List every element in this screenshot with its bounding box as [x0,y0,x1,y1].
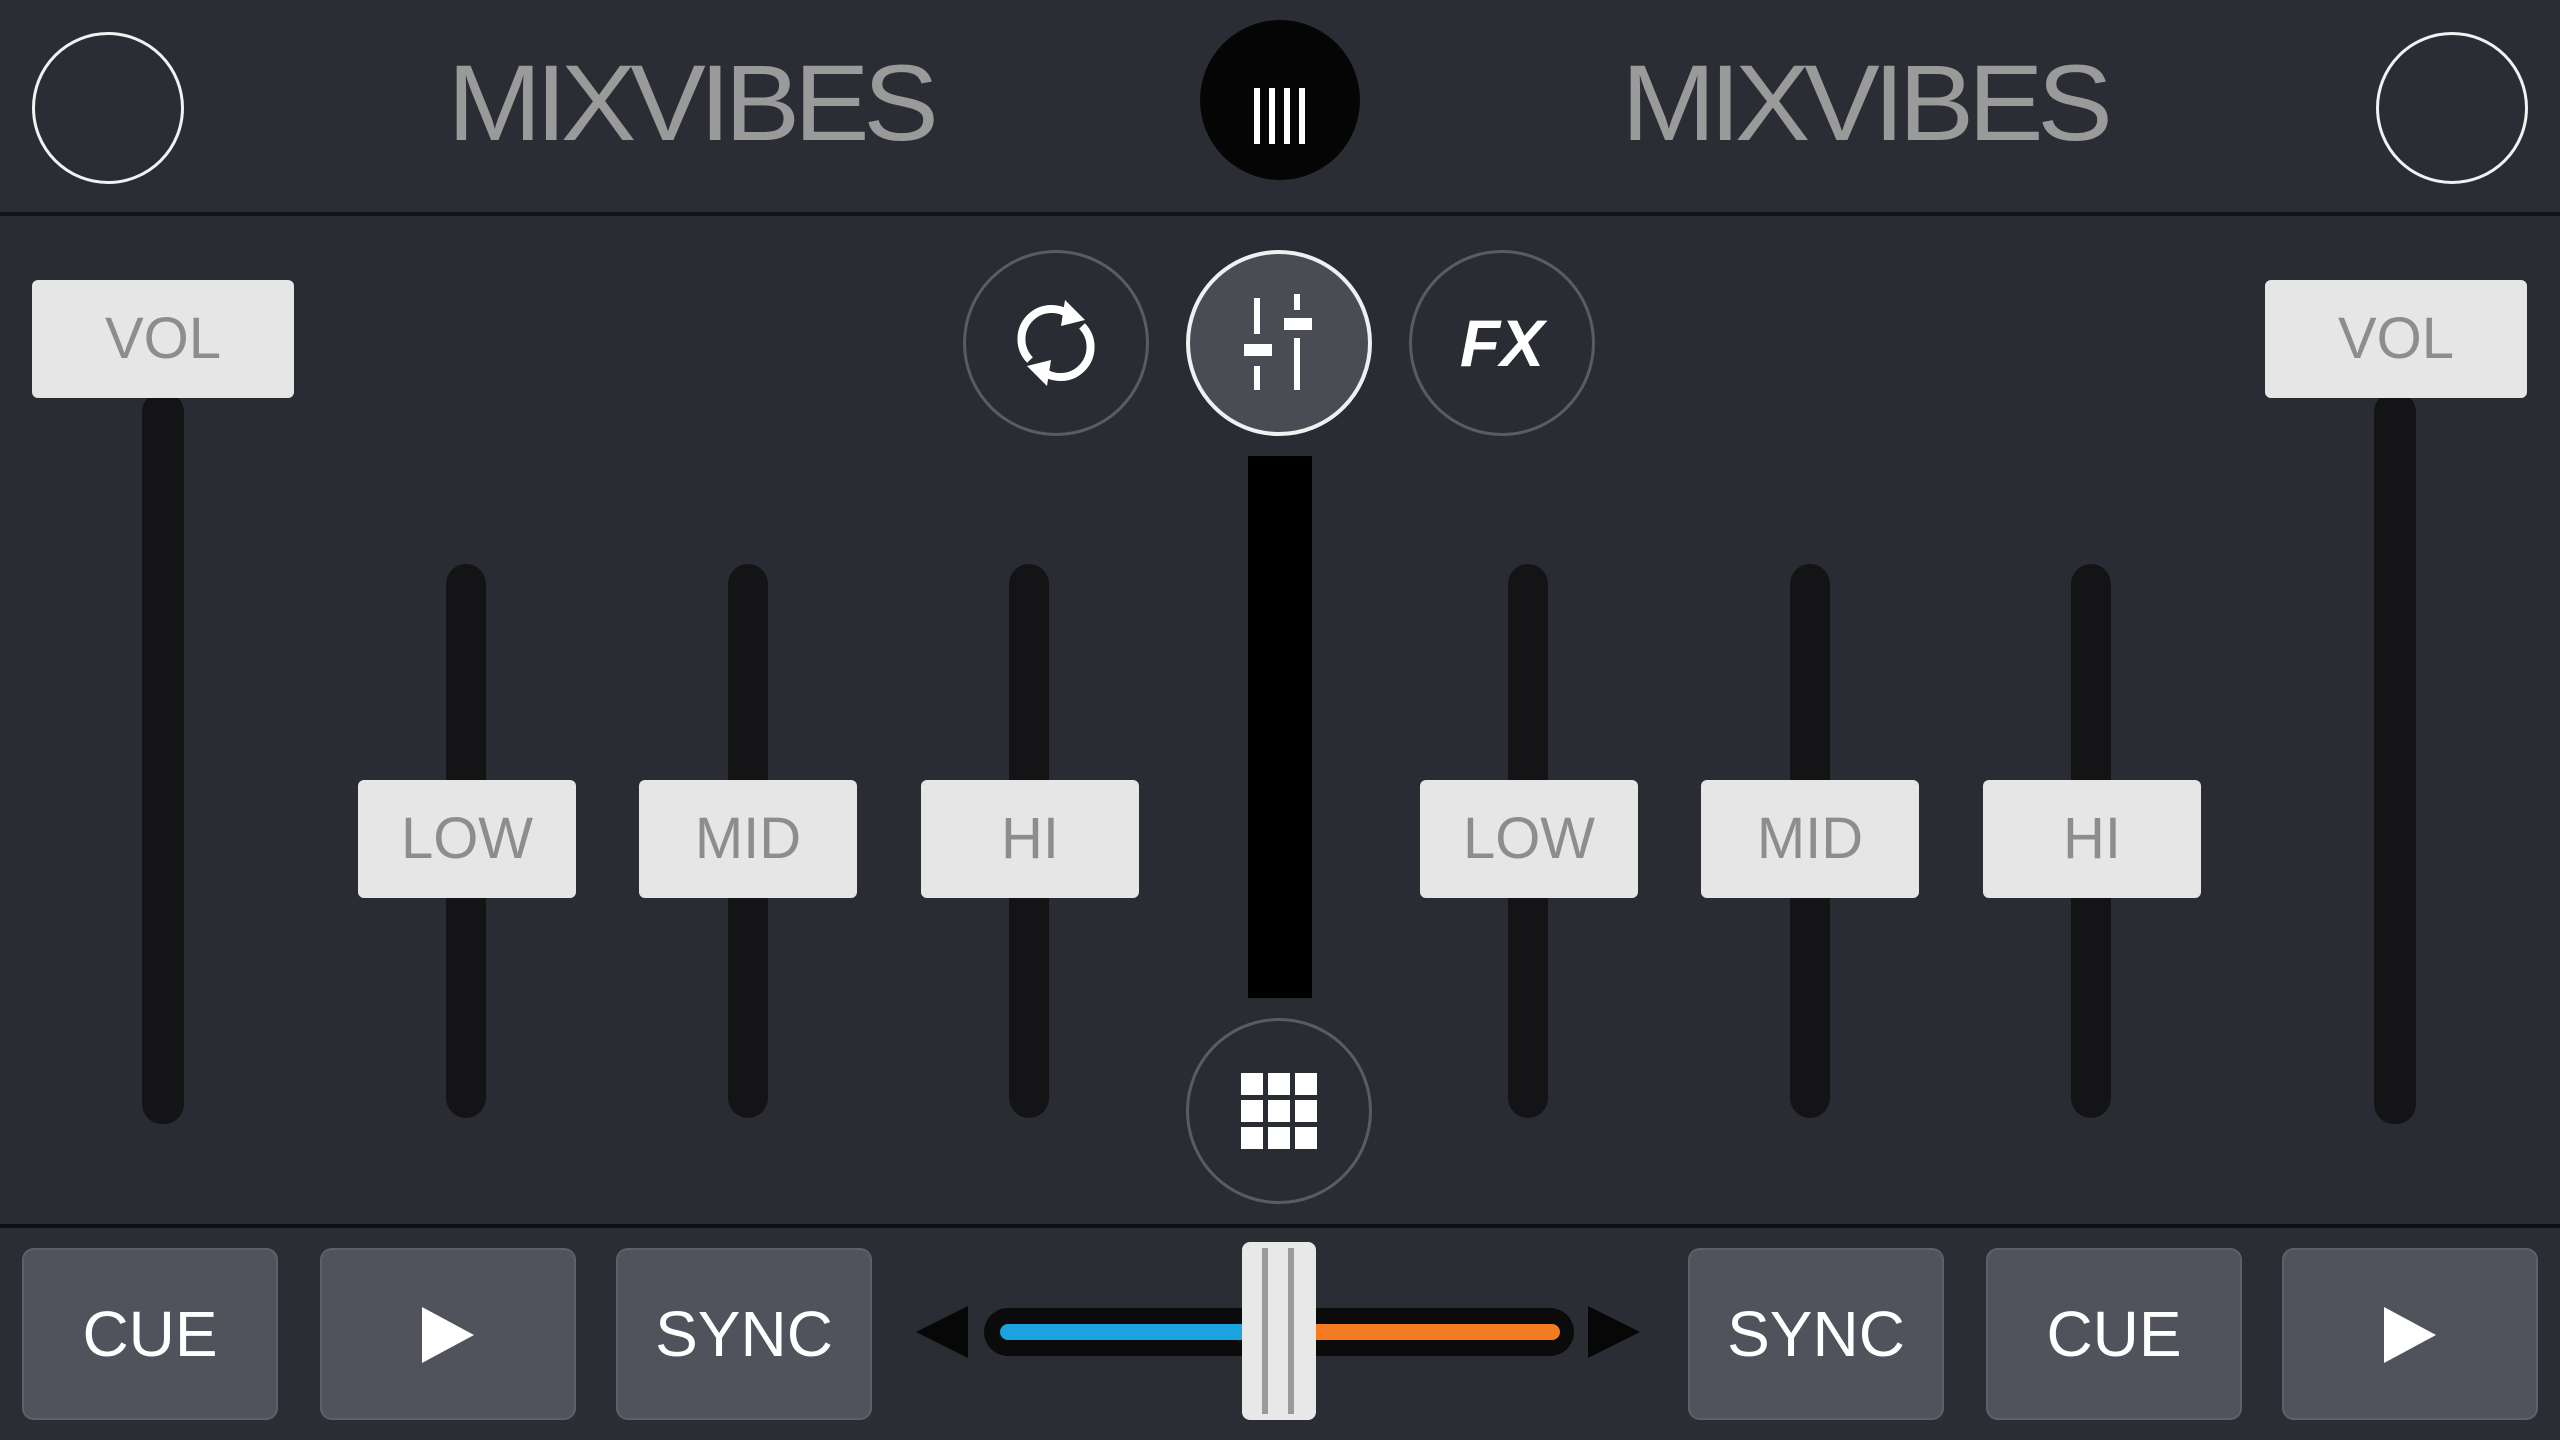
library-bars-icon [1254,88,1306,144]
left-hi-handle[interactable]: HI [921,780,1139,898]
sync-loop-button[interactable] [963,250,1149,436]
play-icon [422,1307,474,1364]
left-sync-button[interactable]: SYNC [616,1248,872,1420]
top-bar: MIXVIBES MIXVIBES [0,0,2560,212]
library-button[interactable] [1200,20,1360,180]
left-deck-logo: MIXVIBES [447,42,939,163]
right-volume-track[interactable] [2374,392,2416,1124]
left-play-button[interactable] [320,1248,576,1420]
right-deck-button[interactable] [2376,32,2528,184]
play-icon [2384,1307,2436,1364]
left-mid-handle[interactable]: MID [639,780,857,898]
crossfader-left-arrow-icon[interactable] [916,1306,968,1358]
loop-icon [1017,300,1095,386]
crossfader-right-fill [1296,1324,1560,1340]
left-low-handle[interactable]: LOW [358,780,576,898]
fx-button[interactable]: FX [1409,250,1595,436]
grid-icon [1241,1073,1317,1149]
right-sync-button[interactable]: SYNC [1688,1248,1944,1420]
crossfader-handle[interactable] [1242,1242,1316,1420]
mixer-sliders-icon [1244,294,1312,390]
right-low-handle[interactable]: LOW [1420,780,1638,898]
transport-bar: CUE SYNC SYNC CUE [0,1228,2560,1440]
right-play-button[interactable] [2282,1248,2538,1420]
right-volume-handle[interactable]: VOL [2265,280,2527,398]
sampler-button[interactable] [1186,1018,1372,1204]
right-hi-handle[interactable]: HI [1983,780,2201,898]
left-cue-button[interactable]: CUE [22,1248,278,1420]
left-volume-track[interactable] [142,392,184,1124]
left-deck-button[interactable] [32,32,184,184]
crossfader-right-arrow-icon[interactable] [1588,1306,1640,1358]
mixer-view-button[interactable] [1186,250,1372,436]
right-cue-button[interactable]: CUE [1986,1248,2242,1420]
right-mid-handle[interactable]: MID [1701,780,1919,898]
fx-label: FX [1459,306,1545,380]
right-deck-logo: MIXVIBES [1621,42,2113,163]
crossfader-left-fill [1000,1324,1270,1340]
mixer-panel: VOL LOW MID HI FX LOW MID HI VOL [0,216,2560,1224]
left-volume-handle[interactable]: VOL [32,280,294,398]
master-level-meter [1248,456,1312,998]
